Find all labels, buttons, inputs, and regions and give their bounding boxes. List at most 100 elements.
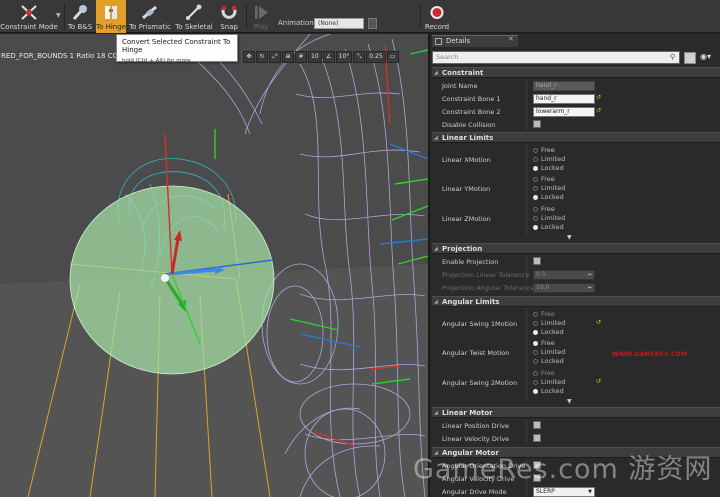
details-tab[interactable]: Details: [432, 35, 518, 47]
category-constraint[interactable]: Constraint: [432, 67, 720, 78]
linear-xmotion-free-radio[interactable]: Free: [533, 146, 555, 154]
enable-projection-label: Enable Projection: [442, 258, 499, 266]
linear-zmotion-label: Linear ZMotion: [442, 215, 491, 223]
projection-linear-tolerance-field[interactable]: 0.5 ⬌: [533, 270, 595, 280]
to-hinge-button[interactable]: To Hinge: [96, 0, 126, 33]
camera-speed-icon[interactable]: ▭: [386, 51, 399, 63]
constraint-mode-dropdown-icon[interactable]: ▼: [56, 12, 61, 19]
category-angular-limits[interactable]: Angular Limits: [432, 296, 720, 307]
scale-snap-icon[interactable]: ⤡: [353, 51, 366, 63]
animation-label: Animation:: [278, 19, 317, 27]
animation-select[interactable]: (None): [314, 18, 364, 29]
scale-tool-icon[interactable]: ⤢: [269, 51, 281, 63]
property-matrix-button[interactable]: [684, 52, 696, 64]
animation-browse-button[interactable]: [368, 18, 377, 29]
linear-xmotion-label: Linear XMotion: [442, 156, 491, 164]
details-panel: Details ✕ Search ⚲ ◉▾ Constraint Joint N…: [428, 34, 720, 497]
angular-twist-limited-radio[interactable]: Limited: [533, 348, 565, 356]
advanced-expand-icon[interactable]: ▼: [567, 234, 572, 241]
details-search-input[interactable]: Search: [432, 51, 680, 64]
angular-twist-free-radio[interactable]: Free: [533, 339, 555, 347]
reset-to-default-icon[interactable]: ↺: [596, 319, 601, 326]
joint-name-label: Joint Name: [442, 82, 478, 90]
column-divider: [526, 308, 527, 400]
projection-angular-tolerance-field[interactable]: 10.0 ⬌: [533, 283, 595, 293]
to-ball-socket-button[interactable]: To B&S: [66, 0, 94, 33]
constraint-bone2-field[interactable]: lowerarm_r: [533, 107, 595, 117]
grid-snap-value[interactable]: 10: [308, 51, 322, 63]
angular-swing2-label: Angular Swing 2Motion: [442, 379, 518, 387]
details-tab-icon: [435, 38, 442, 45]
to-skeletal-button[interactable]: To Skeletal: [174, 0, 214, 33]
scale-snap-value[interactable]: 0.25: [366, 51, 386, 63]
reset-to-default-icon[interactable]: ↺: [596, 94, 601, 101]
play-icon: [255, 6, 268, 19]
linear-zmotion-locked-radio[interactable]: Locked: [533, 223, 564, 231]
linear-xmotion-locked-radio[interactable]: Locked: [533, 164, 564, 172]
tooltip-hint: hold (Ctrl + Alt) for more: [122, 58, 191, 64]
snap-icon: [221, 6, 237, 19]
category-linear-limits[interactable]: Linear Limits: [432, 132, 720, 143]
close-tab-icon[interactable]: ✕: [508, 35, 514, 43]
hinge-icon: [105, 6, 117, 19]
category-linear-motor[interactable]: Linear Motor: [432, 407, 720, 418]
record-button[interactable]: Record: [424, 0, 450, 33]
linear-zmotion-free-radio[interactable]: Free: [533, 205, 555, 213]
linear-velocity-drive-checkbox[interactable]: [533, 434, 541, 442]
angular-swing2-limited-radio[interactable]: Limited: [533, 378, 565, 386]
angular-swing2-free-radio[interactable]: Free: [533, 369, 555, 377]
rotation-snap-icon[interactable]: ∠: [322, 51, 335, 63]
category-projection[interactable]: Projection: [432, 243, 720, 254]
record-label: Record: [424, 23, 450, 31]
to-prismatic-button[interactable]: To Prismatic: [128, 0, 172, 33]
constraint-mode-label: Constraint Mode: [0, 23, 58, 31]
angular-swing1-limited-radio[interactable]: Limited: [533, 319, 565, 327]
angular-drive-mode-dropdown[interactable]: SLERP ▼: [533, 487, 595, 497]
view-options-eye-icon[interactable]: ◉▾: [700, 52, 711, 61]
translate-tool-icon[interactable]: ✥: [243, 51, 255, 63]
linear-ymotion-limited-radio[interactable]: Limited: [533, 184, 565, 192]
record-icon: [430, 6, 444, 19]
constraint-mode-icon: [21, 5, 37, 20]
collision-sphere: [69, 185, 275, 375]
search-icon: ⚲: [670, 53, 676, 61]
site-watermark: GameRes.com 游资网: [413, 454, 713, 485]
physics-viewport[interactable]: RED_FOR_BOUNDS 1 Ratio 18 CON ✥ ↻ ⤢ ⊕ # …: [0, 34, 428, 497]
to-prismatic-label: To Prismatic: [129, 23, 171, 31]
ball-socket-icon: [72, 5, 87, 20]
linear-position-drive-checkbox[interactable]: [533, 421, 541, 429]
linear-xmotion-limited-radio[interactable]: Limited: [533, 155, 565, 163]
rotate-tool-icon[interactable]: ↻: [256, 51, 268, 63]
angular-twist-locked-radio[interactable]: Locked: [533, 357, 564, 365]
skeletal-icon: [186, 4, 202, 20]
constraint-bone1-label: Constraint Bone 1: [442, 95, 501, 103]
grid-snap-icon[interactable]: #: [295, 51, 307, 63]
snap-label: Snap: [220, 23, 238, 31]
angular-swing2-locked-radio[interactable]: Locked: [533, 387, 564, 395]
toolbar-separator: [246, 4, 247, 29]
constraint-bone2-label: Constraint Bone 2: [442, 108, 501, 116]
reset-to-default-icon[interactable]: ↺: [596, 107, 601, 114]
constraint-mode-button[interactable]: Constraint Mode: [0, 0, 58, 33]
snap-button[interactable]: Snap: [216, 0, 242, 33]
column-divider: [526, 419, 527, 445]
linear-ymotion-locked-radio[interactable]: Locked: [533, 193, 564, 201]
angular-swing1-locked-radio[interactable]: Locked: [533, 328, 564, 336]
rotation-snap-value[interactable]: 10°: [335, 51, 353, 63]
reset-to-default-icon[interactable]: ↺: [596, 378, 601, 385]
linear-ymotion-free-radio[interactable]: Free: [533, 175, 555, 183]
play-label: Play: [253, 23, 269, 31]
to-skeletal-label: To Skeletal: [175, 23, 213, 31]
angular-swing1-label: Angular Swing 1Motion: [442, 320, 518, 328]
enable-projection-checkbox[interactable]: [533, 257, 541, 265]
linear-zmotion-limited-radio[interactable]: Limited: [533, 214, 565, 222]
advanced-expand-icon[interactable]: ▼: [567, 398, 572, 405]
constraint-bone1-field[interactable]: hand_r: [533, 94, 595, 104]
prismatic-icon: [142, 5, 157, 20]
toolbar-separator: [420, 4, 421, 29]
angular-swing1-free-radio[interactable]: Free: [533, 310, 555, 318]
world-space-icon[interactable]: ⊕: [282, 51, 294, 63]
play-button[interactable]: Play: [249, 0, 273, 33]
disable-collision-checkbox[interactable]: [533, 120, 541, 128]
angular-twist-label: Angular Twist Motion: [442, 349, 510, 357]
